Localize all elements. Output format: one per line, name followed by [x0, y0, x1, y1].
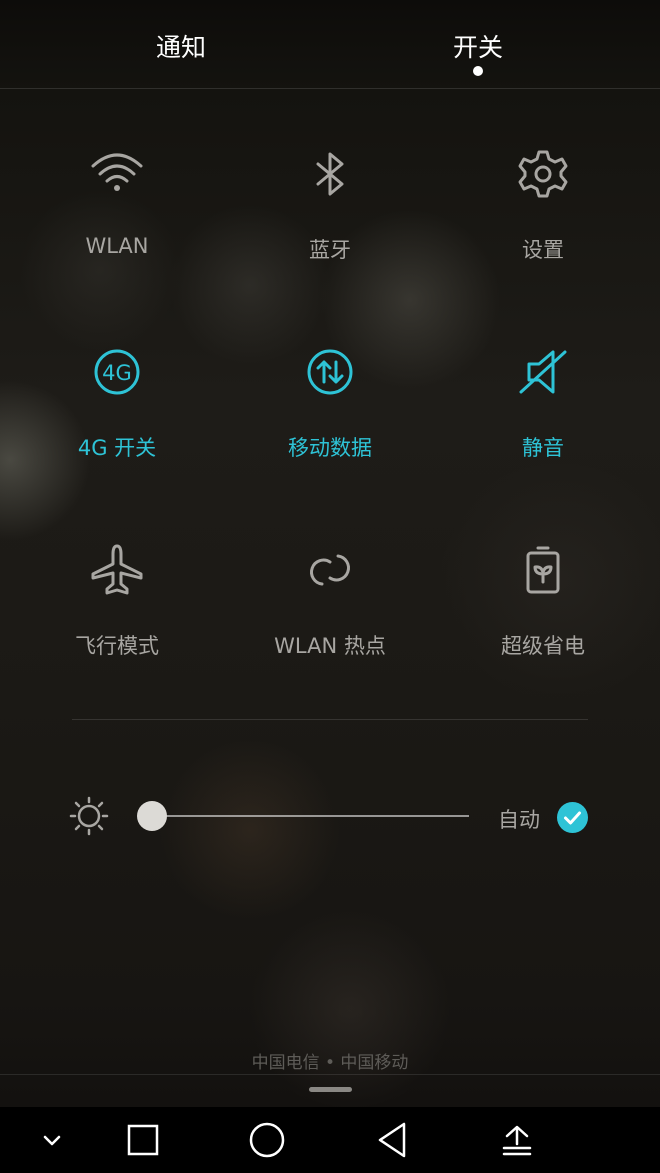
toggle-label: 4G 开关 — [77, 436, 157, 460]
carrier-text: 中国电信 • 中国移动 — [251, 1053, 409, 1073]
mute-icon — [513, 342, 573, 402]
upload-icon[interactable] — [497, 1120, 537, 1160]
mobile-data-icon — [300, 342, 360, 402]
gear-icon — [513, 144, 573, 204]
auto-brightness-label: 自动 — [498, 808, 540, 832]
recents-square-icon[interactable] — [123, 1120, 163, 1160]
toggle-label: 蓝牙 — [309, 238, 351, 262]
brightness-slider-thumb[interactable] — [137, 801, 167, 831]
navigation-bar — [0, 1107, 660, 1173]
drag-handle[interactable] — [309, 1087, 352, 1092]
toggle-wlan[interactable]: WLAN — [17, 144, 217, 294]
toggle-battery-saver[interactable]: 超级省电 — [443, 540, 643, 690]
toggle-airplane-mode[interactable]: 飞行模式 — [17, 540, 217, 690]
brightness-icon — [69, 796, 109, 836]
toggle-label: 飞行模式 — [75, 634, 159, 658]
battery-saver-icon — [513, 540, 573, 600]
toggle-label: WLAN 热点 — [274, 634, 386, 658]
toggle-mute[interactable]: 静音 — [443, 342, 643, 492]
toggle-label: WLAN — [85, 234, 149, 258]
airplane-icon — [87, 540, 147, 600]
toggle-label: 移动数据 — [288, 436, 372, 460]
4g-icon: 4G — [87, 342, 147, 402]
back-triangle-icon[interactable] — [372, 1120, 412, 1160]
toggle-4g[interactable]: 4G 4G 开关 — [17, 342, 217, 492]
toggle-label: 超级省电 — [501, 634, 585, 658]
tab-notifications[interactable]: 通知 — [156, 28, 206, 64]
check-icon — [564, 811, 581, 825]
toggle-settings[interactable]: 设置 — [443, 144, 643, 294]
brightness-slider-track[interactable] — [152, 815, 469, 817]
panel-tabs: 通知 开关 — [0, 0, 660, 89]
svg-text:4G: 4G — [102, 361, 132, 385]
section-divider — [72, 719, 588, 720]
toggle-wlan-hotspot[interactable]: WLAN 热点 — [230, 540, 430, 690]
tab-toggles[interactable]: 开关 — [453, 28, 503, 64]
bluetooth-icon — [300, 144, 360, 204]
toggle-label: 静音 — [522, 436, 564, 460]
auto-brightness-checkbox[interactable] — [557, 802, 588, 833]
chevron-down-icon[interactable] — [32, 1120, 72, 1160]
wifi-icon — [87, 144, 147, 204]
toggle-bluetooth[interactable]: 蓝牙 — [230, 144, 430, 294]
hotspot-icon — [300, 540, 360, 600]
active-tab-indicator — [473, 66, 483, 76]
home-circle-icon[interactable] — [247, 1120, 287, 1160]
toggle-label: 设置 — [522, 238, 564, 262]
toggle-mobile-data[interactable]: 移动数据 — [230, 342, 430, 492]
